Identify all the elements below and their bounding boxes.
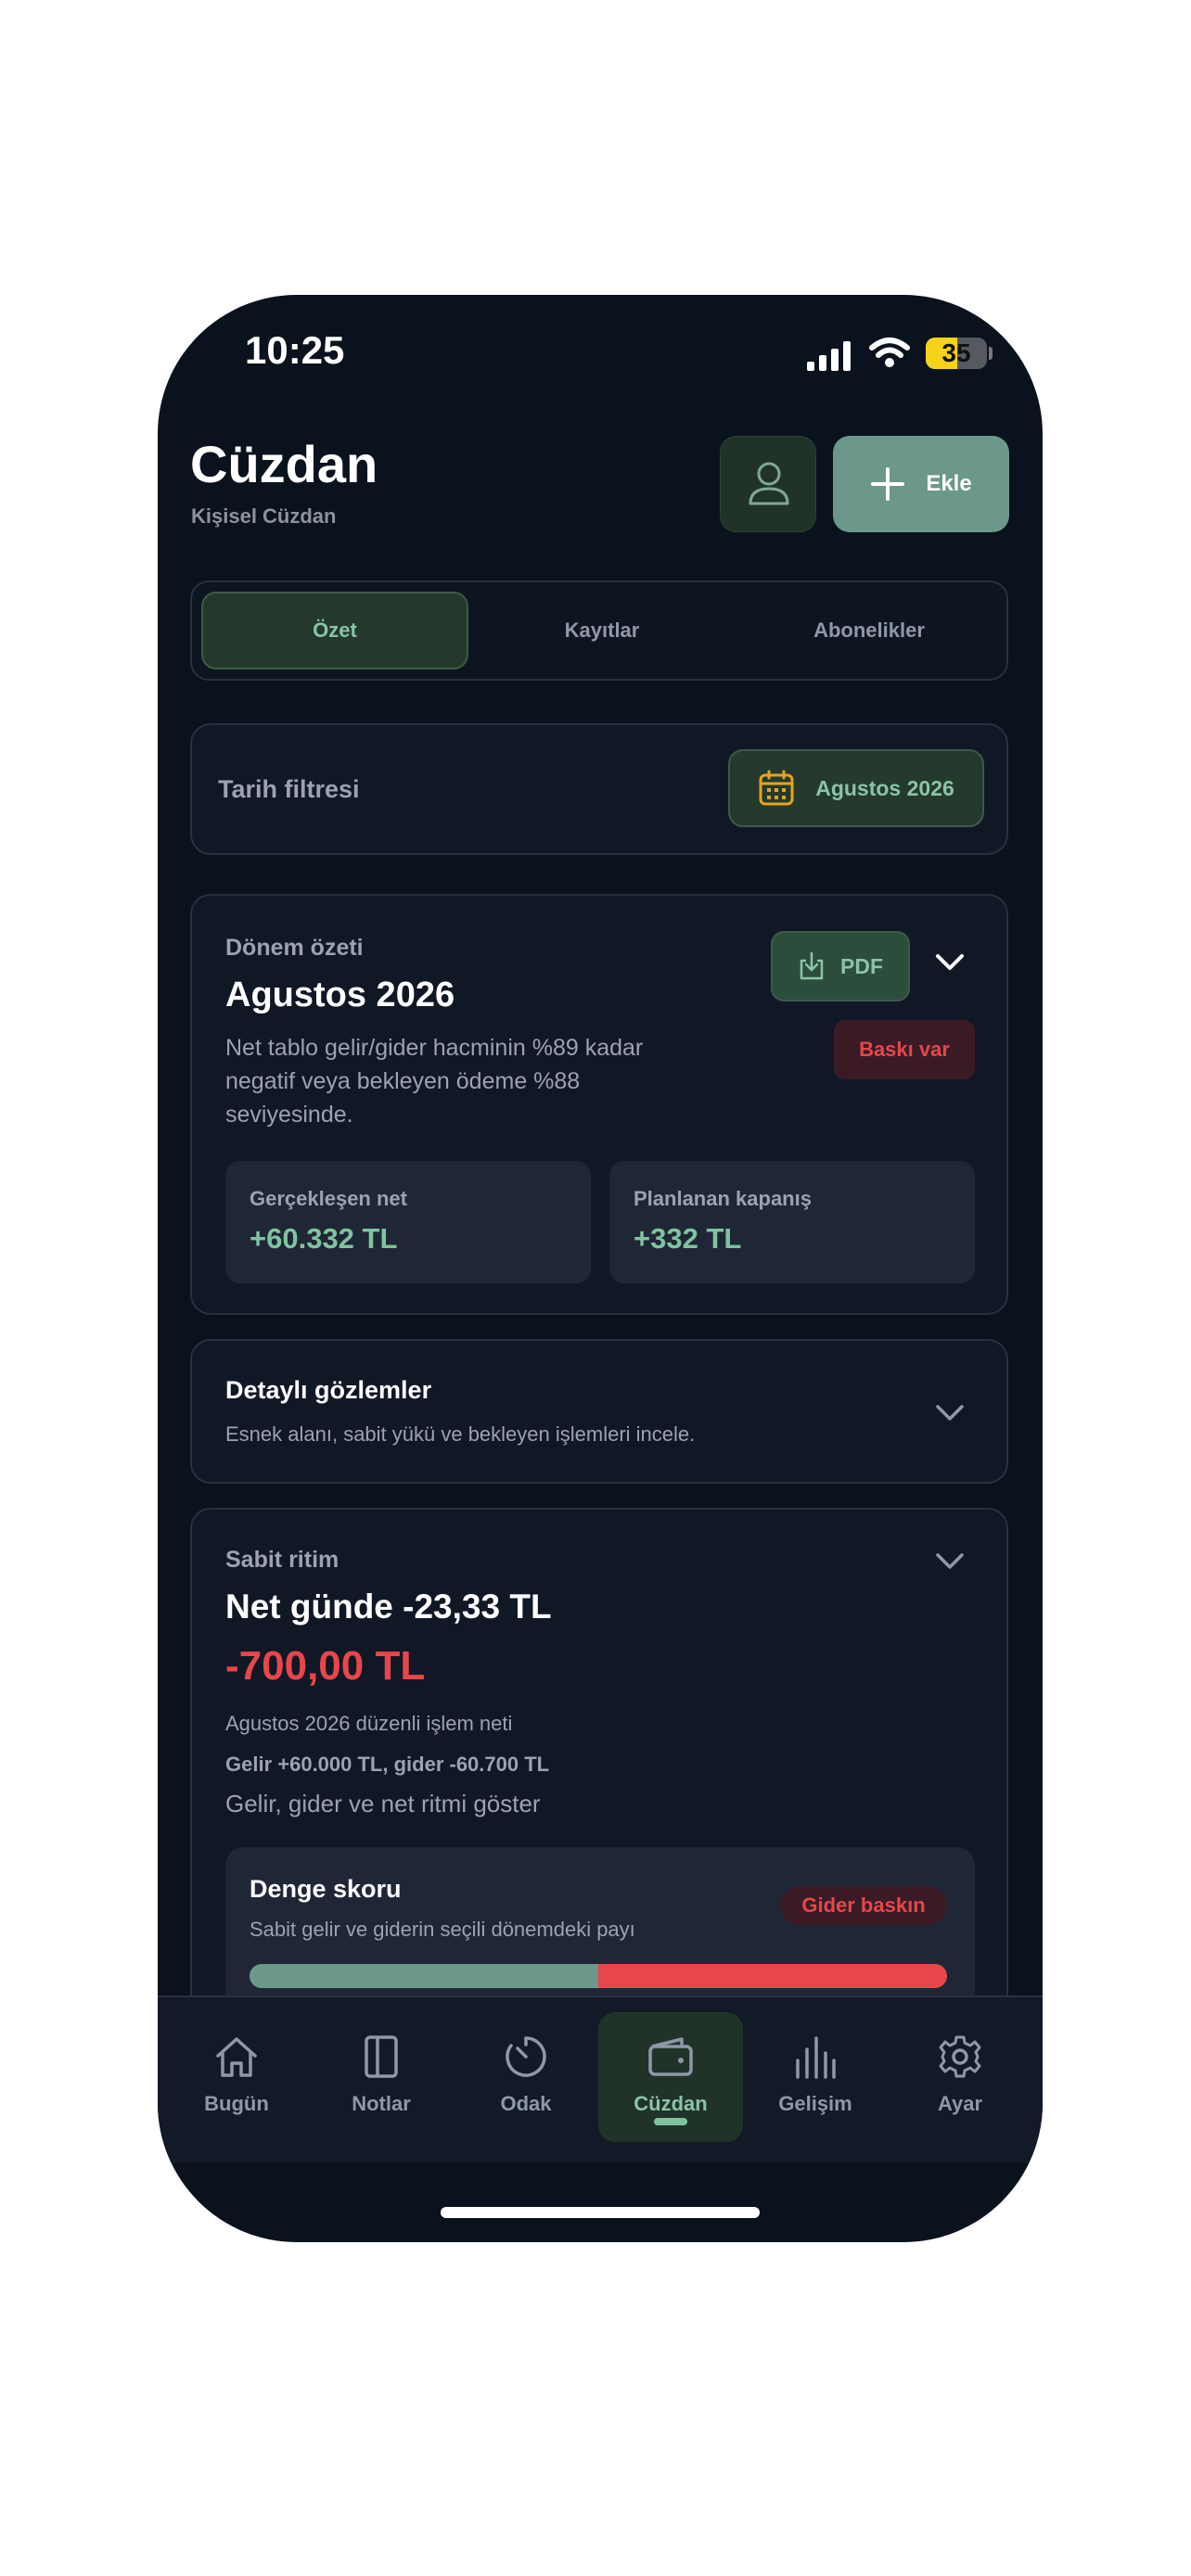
tab-ozet[interactable]: Özet (201, 592, 468, 670)
add-button-label: Ekle (926, 471, 972, 496)
nav-label-cuzdan: Cüzdan (634, 2092, 708, 2115)
rhythm-amount: -700,00 TL (225, 1643, 426, 1689)
date-filter-card: Tarih filtresi Agustos 2026 (190, 723, 1008, 855)
wallet-icon (648, 2037, 693, 2076)
date-picker-label: Agustos 2026 (815, 775, 954, 800)
period-summary-card: Dönem özeti Agustos 2026 Net tablo gelir… (190, 894, 1008, 1315)
nav-label-notlar: Notlar (352, 2092, 411, 2115)
chevron-down-icon (936, 1405, 964, 1421)
summary-period-title: Agustos 2026 (225, 976, 455, 1014)
planned-closing-label: Planlanan kapanış (634, 1187, 812, 1210)
income-share-bar (250, 1964, 598, 1988)
wifi-icon (869, 338, 910, 367)
rhythm-amount-caption: Agustos 2026 düzenli işlem neti (225, 1712, 513, 1735)
cellular-signal-icon (807, 341, 851, 371)
battery-indicator: 35 (926, 338, 987, 369)
realized-net-card: Gerçekleşen net +60.332 TL (225, 1161, 591, 1283)
tab-kayitlar[interactable]: Kayıtlar (468, 592, 736, 670)
page-subtitle: Kişisel Cüzdan (191, 504, 337, 528)
date-picker-button[interactable]: Agustos 2026 (728, 749, 984, 827)
download-icon (800, 951, 824, 980)
pdf-export-button[interactable]: PDF (771, 931, 910, 1001)
expense-dominant-badge: Gider baskın (780, 1886, 947, 1925)
calendar-icon (759, 770, 794, 806)
timer-icon (506, 2036, 546, 2077)
balance-score-subtitle: Sabit gelir ve giderin seçili dönemdeki … (250, 1918, 635, 1941)
active-indicator (654, 2118, 687, 2125)
chevron-down-icon[interactable] (934, 951, 966, 974)
pdf-button-label: PDF (840, 953, 883, 978)
user-icon (749, 462, 789, 505)
detailed-observations-card[interactable]: Detaylı gözlemler Esnek alanı, sabit yük… (190, 1339, 1008, 1484)
nav-item-odak[interactable]: Odak (454, 2012, 598, 2142)
expense-share-bar (598, 1964, 947, 1988)
nav-label-ayar: Ayar (937, 2092, 983, 2115)
nav-item-ayar[interactable]: Ayar (888, 2012, 1032, 2142)
pressure-badge: Baskı var (834, 1020, 975, 1079)
fixed-rhythm-card: Sabit ritim Net günde -23,33 TL -700,00 … (190, 1508, 1008, 2051)
gear-icon (939, 2035, 981, 2078)
bottom-navigation: Bugün Notlar Odak Cüzdan Gelişim Ayar (158, 1996, 1043, 2162)
nav-item-gelisim[interactable]: Gelişim (743, 2012, 888, 2142)
nav-label-gelisim: Gelişim (778, 2092, 852, 2115)
rhythm-breakdown: Gelir +60.000 TL, gider -60.700 TL (225, 1753, 550, 1776)
nav-label-bugun: Bugün (204, 2092, 269, 2115)
status-time: 10:25 (245, 328, 345, 372)
battery-tip (989, 347, 992, 360)
realized-net-value: +60.332 TL (250, 1222, 398, 1255)
add-button[interactable]: Ekle (833, 436, 1009, 532)
planned-closing-card: Planlanan kapanış +332 TL (609, 1161, 975, 1283)
balance-score-title: Denge skoru (250, 1875, 402, 1903)
date-filter-label: Tarih filtresi (218, 775, 360, 803)
rhythm-headline: Net günde -23,33 TL (225, 1588, 552, 1626)
tab-abonelikler[interactable]: Abonelikler (736, 592, 1003, 670)
observations-title: Detaylı gözlemler (225, 1376, 432, 1404)
balance-score-bar (250, 1964, 947, 1988)
plus-icon (871, 467, 905, 501)
nav-item-notlar[interactable]: Notlar (309, 2012, 454, 2142)
phone-screen: 10:25 35 Cüzdan Kişisel Cüzdan Ekle Özet… (158, 295, 1043, 2242)
planned-closing-value: +332 TL (634, 1222, 742, 1255)
summary-section-label: Dönem özeti (225, 935, 364, 961)
nav-item-bugun[interactable]: Bugün (164, 2012, 309, 2142)
nav-item-cuzdan[interactable]: Cüzdan (598, 2012, 743, 2142)
battery-level: 35 (941, 338, 971, 367)
profile-button[interactable] (720, 436, 816, 532)
home-indicator (441, 2207, 760, 2218)
nav-label-odak: Odak (500, 2092, 552, 2115)
notebook-icon (365, 2035, 398, 2078)
summary-description: Net tablo gelir/gider hacminin %89 kadar… (225, 1035, 644, 1128)
rhythm-section-label: Sabit ritim (225, 1547, 339, 1573)
observations-subtitle: Esnek alanı, sabit yükü ve bekleyen işle… (225, 1422, 696, 1446)
home-icon (216, 2037, 257, 2077)
page-title: Cüzdan (190, 435, 378, 493)
realized-net-label: Gerçekleşen net (250, 1187, 407, 1210)
bar-chart-icon (796, 2036, 836, 2079)
rhythm-toggle-link[interactable]: Gelir, gider ve net ritmi göster (225, 1790, 541, 1818)
chevron-down-icon[interactable] (934, 1550, 966, 1573)
segmented-tabs: Özet Kayıtlar Abonelikler (190, 580, 1008, 681)
